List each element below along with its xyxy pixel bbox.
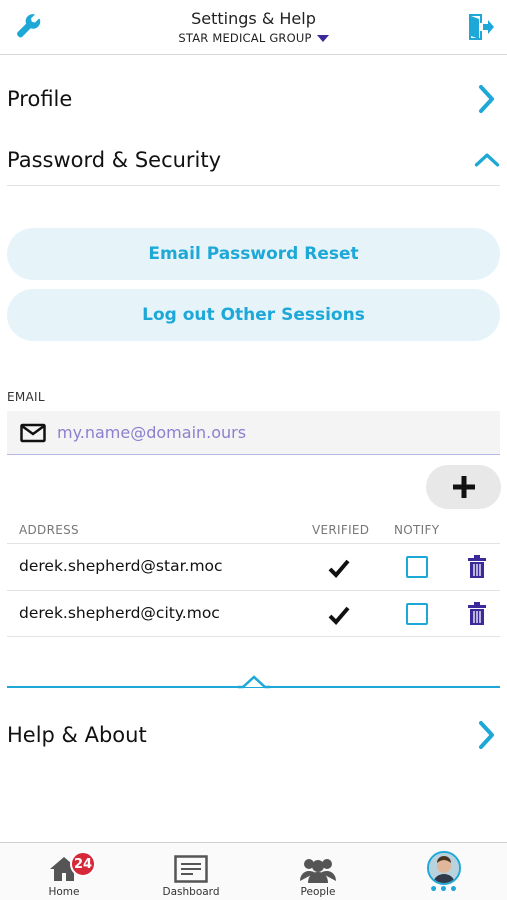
- chevron-right-icon: [474, 85, 500, 113]
- profile-label: Profile: [7, 87, 73, 111]
- profile-section-row[interactable]: Profile: [7, 74, 500, 124]
- column-header-address: ADDRESS: [19, 523, 79, 537]
- chevron-right-icon: [474, 721, 500, 749]
- notify-checkbox[interactable]: [406, 603, 428, 625]
- org-name: STAR MEDICAL GROUP: [178, 31, 312, 45]
- notify-checkbox[interactable]: [406, 556, 428, 578]
- add-email-button[interactable]: [426, 465, 501, 509]
- table-row: derek.shepherd@city.moc: [7, 590, 500, 637]
- check-icon: [328, 559, 350, 578]
- chevron-up-icon: [474, 147, 500, 173]
- tab-people[interactable]: People: [268, 843, 368, 900]
- avatar: [427, 851, 461, 885]
- envelope-icon: [20, 423, 46, 443]
- security-section-row[interactable]: Password & Security: [7, 135, 500, 185]
- logout-other-sessions-button[interactable]: Log out Other Sessions: [7, 289, 500, 341]
- tab-profile[interactable]: •••: [394, 843, 494, 900]
- tab-home[interactable]: 24 Home: [14, 843, 114, 900]
- trash-icon[interactable]: [467, 602, 487, 626]
- app-header: Settings & Help STAR MEDICAL GROUP: [0, 0, 507, 55]
- notification-badge: 24: [70, 851, 96, 877]
- trash-icon[interactable]: [467, 555, 487, 579]
- tab-people-label: People: [300, 886, 336, 898]
- plus-icon: [452, 476, 475, 498]
- column-header-verified: VERIFIED: [312, 523, 370, 537]
- more-dots-icon: •••: [429, 882, 459, 898]
- column-header-notify: NOTIFY: [394, 523, 440, 537]
- tab-home-label: Home: [48, 886, 80, 898]
- email-label: EMAIL: [7, 390, 45, 404]
- tab-dashboard[interactable]: Dashboard: [141, 843, 241, 900]
- help-label: Help & About: [7, 723, 147, 747]
- tab-dashboard-label: Dashboard: [162, 886, 220, 898]
- check-icon: [328, 606, 350, 625]
- org-selector[interactable]: STAR MEDICAL GROUP: [0, 31, 507, 45]
- collapse-chevron-icon[interactable]: [238, 673, 270, 691]
- help-section-row[interactable]: Help & About: [7, 710, 500, 760]
- caret-down-icon: [316, 35, 329, 42]
- email-input[interactable]: [57, 423, 457, 442]
- logout-icon[interactable]: [465, 12, 495, 42]
- page-title: Settings & Help: [191, 9, 316, 28]
- email-address: derek.shepherd@star.moc: [19, 557, 223, 575]
- email-field[interactable]: [7, 411, 500, 455]
- people-icon: [299, 853, 337, 883]
- table-row: derek.shepherd@star.moc: [7, 543, 500, 590]
- section-divider: [7, 185, 500, 186]
- email-password-reset-button[interactable]: Email Password Reset: [7, 228, 500, 280]
- bottom-tab-bar: 24 Home Dashboard People •••: [0, 842, 507, 900]
- home-icon: 24: [49, 851, 96, 883]
- email-address: derek.shepherd@city.moc: [19, 604, 220, 622]
- security-label: Password & Security: [7, 148, 222, 172]
- dashboard-icon: [174, 853, 208, 883]
